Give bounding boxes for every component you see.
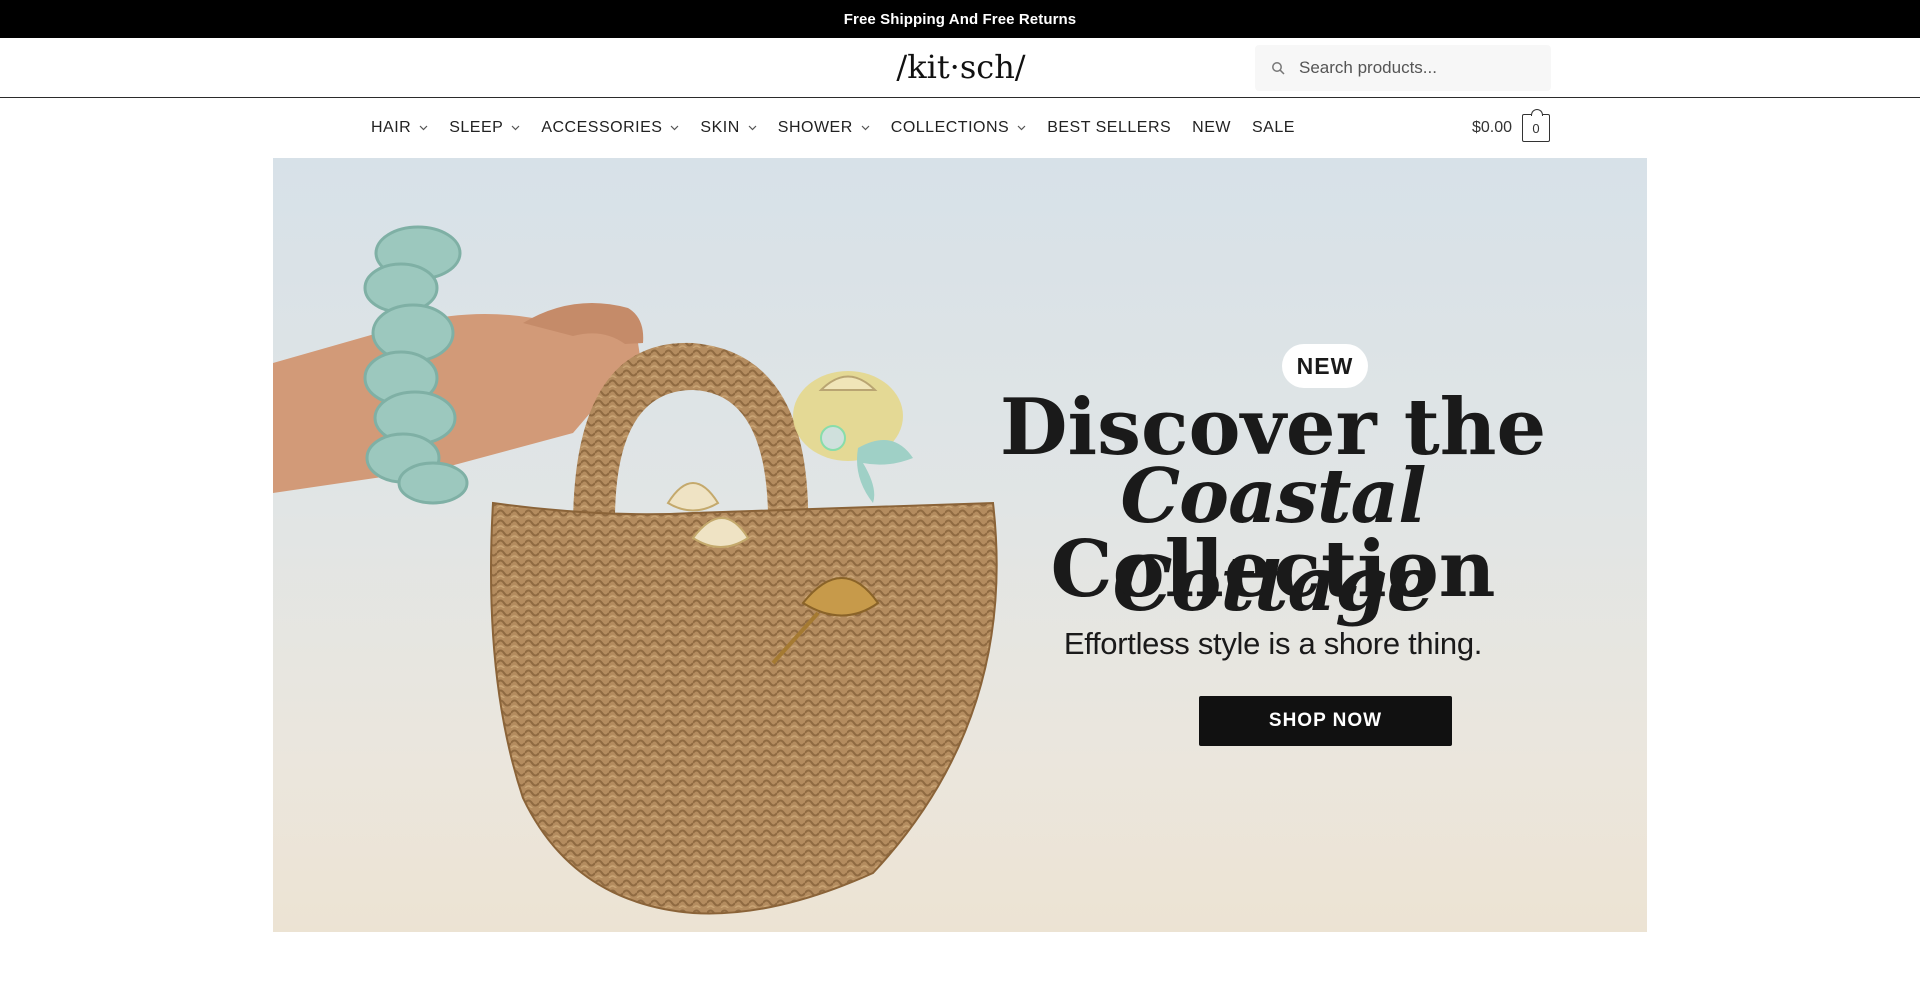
nav-item-accessories[interactable]: ACCESSORIES (541, 119, 679, 137)
site-header: /kit·sch/ (0, 38, 1920, 98)
cart-button[interactable]: $0.00 0 (1472, 98, 1551, 158)
nav-item-shower[interactable]: SHOWER (778, 119, 870, 137)
nav-item-new[interactable]: NEW (1192, 119, 1231, 137)
search-input[interactable] (1299, 58, 1529, 78)
nav-item-label: SALE (1252, 119, 1295, 136)
announcement-text: Free Shipping And Free Returns (843, 10, 1077, 28)
cart-count: 0 (1532, 120, 1540, 136)
hero-image (273, 225, 998, 915)
nav-item-label: ACCESSORIES (541, 119, 663, 136)
nav-item-best-sellers[interactable]: BEST SELLERS (1047, 119, 1171, 137)
hero-headline-line3: Collection (1050, 524, 1496, 615)
chevron-down-icon (861, 125, 870, 131)
nav-item-collections[interactable]: COLLECTIONS (891, 119, 1026, 137)
chevron-down-icon (1017, 125, 1026, 131)
nav-item-label: SLEEP (449, 119, 504, 136)
cart-total: $0.00 (1472, 119, 1513, 136)
nav-item-sale[interactable]: SALE (1252, 119, 1295, 137)
chevron-down-icon (419, 125, 428, 131)
chevron-down-icon (511, 125, 520, 131)
chevron-down-icon (748, 125, 757, 131)
nav-item-label: HAIR (371, 119, 412, 136)
search-icon (1272, 62, 1285, 75)
nav-item-label: NEW (1192, 119, 1231, 136)
main-navigation: HAIR SLEEP ACCESSORIES SKIN SHOWER COLLECTION… (0, 98, 1920, 158)
hero-banner[interactable]: NEW Discover the Coastal Cottage Collect… (273, 158, 1647, 932)
nav-menu: HAIR SLEEP ACCESSORIES SKIN SHOWER COLLECTION… (371, 98, 1316, 158)
nav-item-label: SHOWER (777, 119, 853, 136)
kitsch-logo[interactable]: /kit·sch/ (896, 47, 1026, 87)
svg-text:/kit·sch/: /kit·sch/ (896, 48, 1025, 86)
announcement-bar: Free Shipping And Free Returns (0, 0, 1920, 38)
nav-item-label: SKIN (700, 119, 740, 136)
hero-subtitle: Effortless style is a shore thing. (1063, 626, 1483, 661)
nav-item-label: BEST SELLERS (1047, 119, 1172, 136)
search-box[interactable] (1255, 45, 1551, 91)
nav-item-sleep[interactable]: SLEEP (449, 119, 520, 137)
nav-item-hair[interactable]: HAIR (371, 119, 428, 137)
nav-item-skin[interactable]: SKIN (700, 119, 757, 137)
nav-item-label: COLLECTIONS (890, 119, 1010, 136)
shop-now-button[interactable]: SHOP NOW (1199, 696, 1452, 746)
chevron-down-icon (670, 125, 679, 131)
shopping-bag-icon[interactable]: 0 (1522, 109, 1551, 142)
